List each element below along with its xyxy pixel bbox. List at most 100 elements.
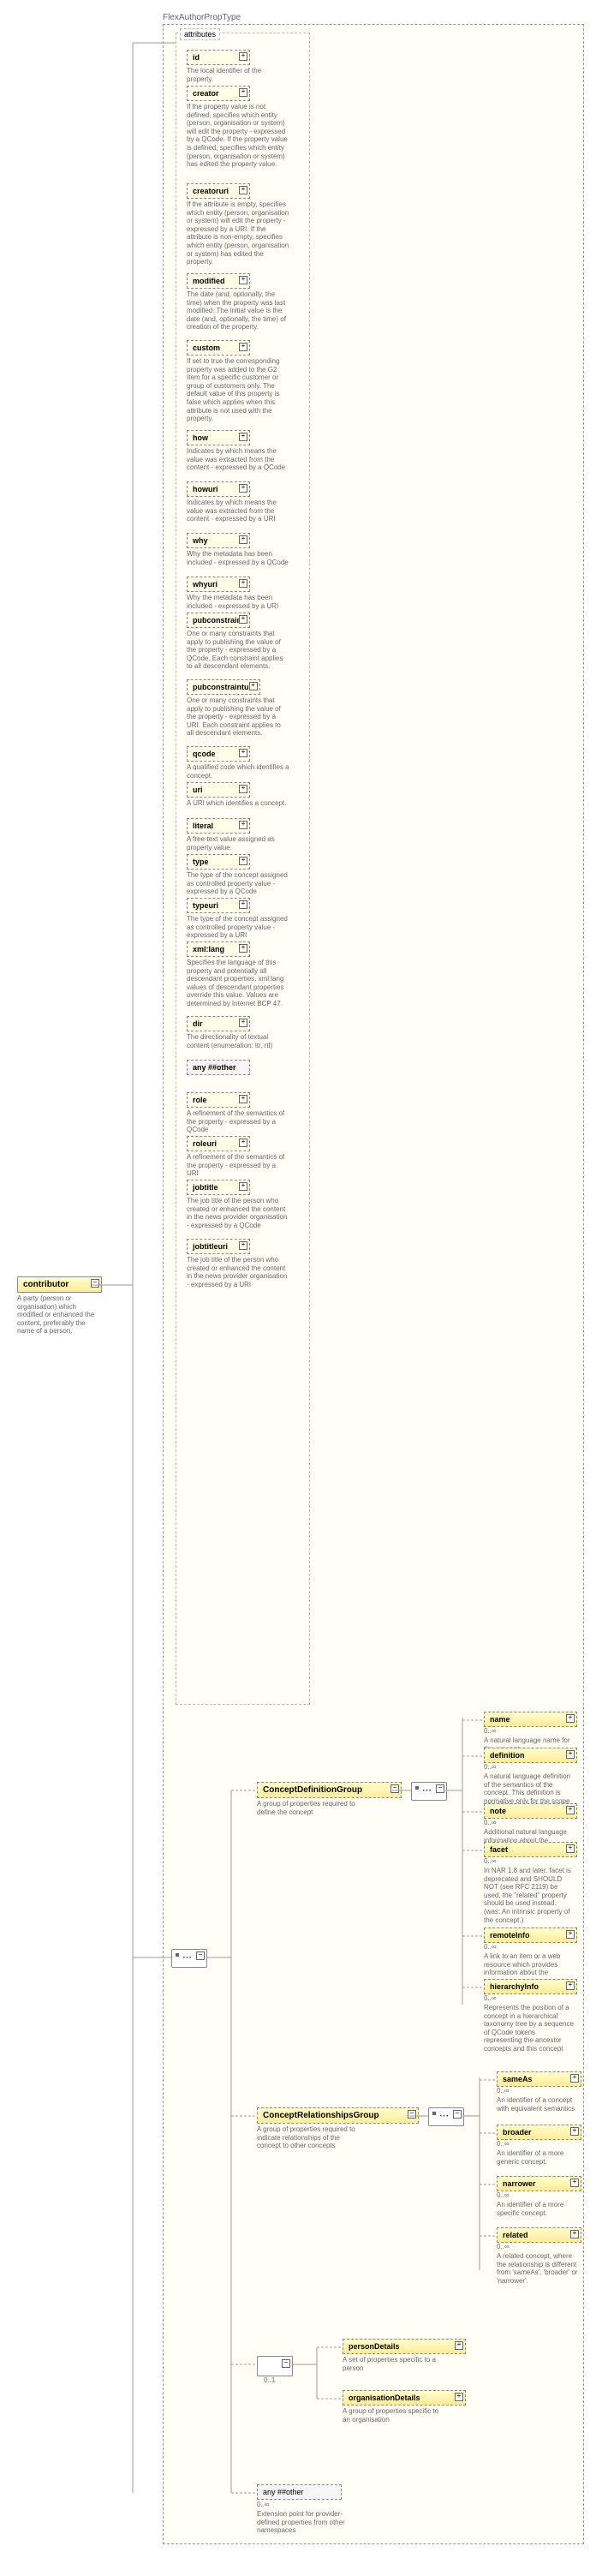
attr-box[interactable]: pubconstrainturi+	[187, 679, 260, 695]
expand-icon[interactable]: +	[239, 615, 247, 624]
expand-icon[interactable]: +	[455, 2393, 463, 2401]
attr-box[interactable]: role+	[187, 1092, 250, 1108]
choice-compositor[interactable]: −	[257, 2356, 293, 2376]
expand-icon[interactable]: −	[408, 2110, 416, 2119]
attr-box[interactable]: id+	[187, 50, 250, 65]
expand-icon[interactable]: +	[239, 821, 247, 829]
attr-box[interactable]: howuri +	[187, 481, 250, 497]
attr-box[interactable]: qcode+	[187, 746, 250, 762]
element-box[interactable]: note+	[484, 1803, 577, 1819]
expand-icon[interactable]: +	[239, 900, 247, 909]
expand-icon[interactable]: +	[239, 186, 247, 194]
expand-icon[interactable]: +	[566, 1714, 575, 1723]
attr-box[interactable]: uri+	[187, 782, 250, 798]
expand-icon[interactable]: −	[91, 1279, 99, 1288]
attr-desc: Indicates by which means the value was e…	[187, 447, 289, 472]
element-box[interactable]: narrower+	[497, 2176, 581, 2191]
wildcard-any[interactable]: any ##other	[257, 2484, 342, 2500]
expand-icon[interactable]: +	[239, 857, 247, 865]
expand-icon[interactable]: +	[570, 2074, 579, 2083]
attr-box[interactable]: jobtitleuri+	[187, 1239, 250, 1254]
expand-icon[interactable]: +	[239, 433, 247, 441]
expand-icon[interactable]: +	[566, 1806, 575, 1814]
expand-icon[interactable]: +	[239, 944, 247, 953]
element-box[interactable]: remoteInfo+	[484, 1928, 577, 1943]
attr-box[interactable]: creator +	[187, 86, 250, 101]
attr-box[interactable]: roleuri+	[187, 1136, 250, 1151]
element-box[interactable]: sameAs+	[497, 2071, 581, 2087]
expand-icon[interactable]: +	[239, 1095, 247, 1103]
crel-child-broader: broader+0..∞An identifier of a more gene…	[497, 2125, 581, 2166]
expand-icon[interactable]: +	[239, 276, 247, 284]
el-card: 0..∞	[484, 1943, 577, 1951]
attr-box[interactable]: jobtitle+	[187, 1180, 250, 1195]
expand-icon[interactable]: +	[566, 1750, 575, 1759]
sequence-compositor[interactable]: −	[171, 1949, 207, 1968]
attr-name: how	[193, 433, 208, 442]
expand-icon[interactable]: +	[239, 1182, 247, 1191]
attr-anyother: any ##other	[187, 1060, 250, 1075]
attr-name: creator	[193, 89, 219, 98]
attributes-label: attributes	[180, 28, 220, 40]
expand-icon[interactable]: +	[239, 52, 247, 61]
expand-icon[interactable]: +	[239, 535, 247, 544]
attr-box[interactable]: xml:lang+	[187, 941, 250, 957]
element-box[interactable]: broader+	[497, 2125, 581, 2140]
concept-definition-group[interactable]: ConceptDefinitionGroup −	[257, 1782, 402, 1798]
attr-box[interactable]: modified +	[187, 273, 250, 289]
el-name: organisationDetails	[349, 2394, 420, 2402]
element-box[interactable]: personDetails+	[343, 2339, 466, 2354]
attr-box[interactable]: why+	[187, 533, 250, 548]
attr-box[interactable]: creatoruri+	[187, 183, 250, 199]
expand-icon[interactable]: +	[239, 484, 247, 493]
attr-box[interactable]: custom+	[187, 340, 250, 356]
attr-xmllang: xml:lang+Specifies the language of this …	[187, 941, 289, 1008]
attr-pubconstraint: pubconstraint+One or many constraints th…	[187, 613, 289, 671]
attr-box[interactable]: dir+	[187, 1016, 250, 1031]
crel-sequence[interactable]: −	[428, 2107, 464, 2126]
element-box[interactable]: definition+	[484, 1748, 577, 1763]
expand-icon[interactable]: +	[570, 2230, 579, 2238]
attr-desc: Why the metadata has been included - exp…	[187, 594, 289, 610]
element-box[interactable]: related+	[497, 2227, 581, 2243]
expand-icon[interactable]: −	[390, 1784, 399, 1793]
element-box[interactable]: organisationDetails +	[343, 2390, 466, 2406]
concept-relationships-group[interactable]: ConceptRelationshipsGroup −	[257, 2107, 419, 2124]
attr-type: type+The type of the concept assigned as…	[187, 854, 289, 896]
expand-icon[interactable]: +	[570, 2179, 579, 2187]
attr-id: id+The local identifier of the property.	[187, 50, 289, 83]
attr-desc: The job title of the person who created …	[187, 1197, 289, 1229]
expand-icon[interactable]: +	[239, 1019, 247, 1027]
expand-icon[interactable]: +	[249, 682, 258, 690]
expand-icon[interactable]: +	[239, 749, 247, 757]
attr-box[interactable]: typeuri +	[187, 898, 250, 913]
attr-name: typeuri	[193, 901, 218, 910]
element-box[interactable]: hierarchyInfo+	[484, 1979, 577, 1994]
attr-name: modified	[193, 277, 225, 285]
expand-icon[interactable]: +	[566, 1981, 575, 1990]
expand-icon[interactable]: +	[566, 1844, 575, 1853]
expand-icon[interactable]: +	[239, 88, 247, 97]
expand-icon[interactable]: +	[239, 1241, 247, 1250]
element-box[interactable]: facet+	[484, 1842, 577, 1857]
attr-box[interactable]: whyuri+	[187, 577, 250, 592]
attr-box[interactable]: type+	[187, 854, 250, 870]
expand-icon[interactable]: +	[239, 1139, 247, 1147]
attr-name: howuri	[193, 485, 218, 493]
element-box[interactable]: name+	[484, 1712, 577, 1727]
attr-box[interactable]: literal+	[187, 818, 250, 834]
el-card: 0..∞	[484, 1763, 577, 1771]
expand-icon[interactable]: +	[239, 785, 247, 793]
expand-icon[interactable]: +	[566, 1930, 575, 1939]
expand-icon[interactable]: +	[239, 343, 247, 351]
expand-icon[interactable]: +	[455, 2341, 463, 2350]
cdef-sequence[interactable]: −	[411, 1782, 447, 1801]
expand-icon[interactable]: +	[570, 2127, 579, 2136]
expand-icon[interactable]: +	[239, 579, 247, 588]
cdef-child-remoteInfo: remoteInfo+0..∞A link to an item or a we…	[484, 1928, 577, 1985]
attr-box[interactable]: how +	[187, 430, 250, 445]
attr-typeuri: typeuri+The type of the concept assigned…	[187, 898, 289, 940]
attr-box[interactable]: any ##other	[187, 1060, 250, 1075]
contributor-element[interactable]: contributor −	[17, 1276, 102, 1293]
attr-box[interactable]: pubconstraint+	[187, 613, 250, 628]
